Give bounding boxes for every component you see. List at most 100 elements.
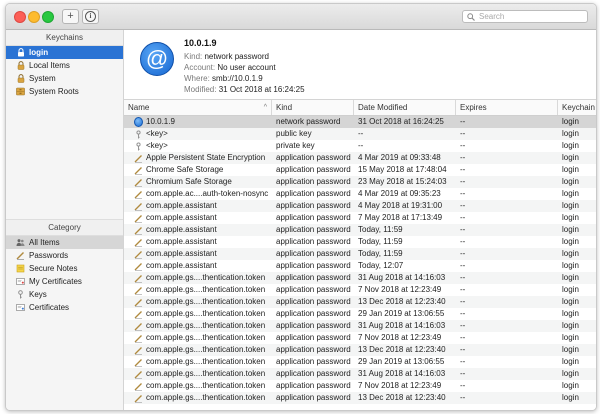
cell-kind: public key: [276, 129, 312, 138]
table-row[interactable]: com.apple.gs....thentication.token applic…: [124, 380, 596, 392]
keychains-header: Keychains: [6, 30, 123, 46]
sidebar-item-label: Certificates: [29, 303, 70, 312]
cell-name-text: com.apple.gs....thentication.token: [146, 309, 266, 318]
table-row[interactable]: 10.0.1.9 network password 31 Oct 2018 at 1…: [124, 116, 596, 128]
search-input[interactable]: [479, 12, 579, 21]
add-item-button[interactable]: +: [62, 9, 79, 24]
sidebar-item-my-certificates[interactable]: My Certificates: [6, 275, 123, 288]
category-section: Category All Items Passwords Secure Note…: [6, 219, 123, 314]
table-row[interactable]: com.apple.assistant application password T…: [124, 248, 596, 260]
table-row[interactable]: com.apple.ac....auth-token-nosync applica…: [124, 188, 596, 200]
table-row[interactable]: Apple Persistent State Encryption applica…: [124, 152, 596, 164]
cell-expires: --: [460, 321, 466, 330]
table-row[interactable]: com.apple.gs....thentication.token applic…: [124, 344, 596, 356]
table-row[interactable]: com.apple.gs....thentication.token applic…: [124, 356, 596, 368]
detail-account-row: Account: No user account: [184, 63, 276, 72]
cell-kind: application password: [276, 297, 351, 306]
column-header-kind[interactable]: Kind: [272, 100, 354, 115]
cell-expires: --: [460, 189, 466, 198]
cell-keychain: login: [562, 345, 579, 354]
column-header-keychain[interactable]: Keychain: [558, 100, 596, 115]
cell-name: <key>: [124, 128, 272, 140]
cell-expires: --: [460, 177, 466, 186]
table-row[interactable]: Chromium Safe Storage application passwor…: [124, 176, 596, 188]
detail-modified-value: 31 Oct 2018 at 16:24:25: [218, 85, 305, 94]
cell-keychain: login: [562, 117, 579, 126]
table-row[interactable]: com.apple.gs....thentication.token applic…: [124, 284, 596, 296]
detail-modified-row: Modified: 31 Oct 2018 at 16:24:25: [184, 85, 305, 94]
table-row[interactable]: com.apple.assistant application password T…: [124, 224, 596, 236]
cell-name-text: com.apple.assistant: [146, 249, 217, 258]
close-window-button[interactable]: [14, 11, 26, 23]
table-row[interactable]: com.apple.gs....thentication.token applic…: [124, 392, 596, 404]
cell-name-text: com.apple.gs....thentication.token: [146, 297, 266, 306]
table-row[interactable]: com.apple.gs....thentication.token applic…: [124, 308, 596, 320]
cell-kind: application password: [276, 153, 351, 162]
table-row[interactable]: com.apple.assistant application password T…: [124, 236, 596, 248]
sidebar-item-system[interactable]: System: [6, 72, 123, 85]
cell-name-text: com.apple.gs....thentication.token: [146, 393, 266, 402]
key-icon: [16, 290, 25, 299]
cell-kind: application password: [276, 333, 351, 342]
cell-name-text: com.apple.gs....thentication.token: [146, 381, 266, 390]
column-header-name[interactable]: Name ^: [124, 100, 272, 115]
network-at-icon: @: [140, 42, 174, 76]
cell-expires: --: [460, 225, 466, 234]
info-icon: i: [85, 11, 96, 22]
cell-keychain: login: [562, 201, 579, 210]
table-row[interactable]: com.apple.gs....thentication.token applic…: [124, 332, 596, 344]
cell-keychain: login: [562, 213, 579, 222]
sidebar-item-passwords[interactable]: Passwords: [6, 249, 123, 262]
detail-kind-row: Kind: network password: [184, 52, 269, 61]
lock-icon: [16, 61, 25, 70]
sidebar-item-keys[interactable]: Keys: [6, 288, 123, 301]
sidebar-item-label: Keys: [29, 290, 47, 299]
table-row[interactable]: com.apple.assistant application password 4…: [124, 200, 596, 212]
table-row[interactable]: Chrome Safe Storage application password 1…: [124, 164, 596, 176]
table-row[interactable]: com.apple.gs....thentication.token applic…: [124, 272, 596, 284]
cell-name-text: com.apple.gs....thentication.token: [146, 333, 266, 342]
search-box[interactable]: [462, 10, 588, 23]
column-header-expires[interactable]: Expires: [456, 100, 558, 115]
table-row[interactable]: <key> public key -- -- login: [124, 128, 596, 140]
column-header-date-modified[interactable]: Date Modified: [354, 100, 456, 115]
table-row[interactable]: com.apple.gs....thentication.token applic…: [124, 368, 596, 380]
detail-account-label: Account:: [184, 63, 216, 72]
cell-date-modified: Today, 11:59: [358, 249, 403, 258]
cell-name-text: <key>: [146, 141, 168, 150]
cell-keychain: login: [562, 357, 579, 366]
get-info-button[interactable]: i: [82, 9, 99, 24]
table-row[interactable]: com.apple.assistant application password T…: [124, 260, 596, 272]
cell-expires: --: [460, 165, 466, 174]
cell-name: com.apple.assistant: [124, 224, 272, 236]
cell-date-modified: 7 Nov 2018 at 12:23:49: [358, 381, 442, 390]
cell-date-modified: Today, 12:07: [358, 261, 404, 270]
cell-keychain: login: [562, 165, 579, 174]
detail-where-value: smb://10.0.1.9: [212, 74, 263, 83]
certificate-icon: [16, 303, 25, 312]
cell-keychain: login: [562, 249, 579, 258]
table-row[interactable]: com.apple.assistant application password 7…: [124, 212, 596, 224]
sidebar-item-all-items[interactable]: All Items: [6, 236, 123, 249]
minimize-window-button[interactable]: [28, 11, 40, 23]
sidebar-item-system-roots[interactable]: System Roots: [6, 85, 123, 98]
zoom-window-button[interactable]: [42, 11, 54, 23]
cell-name-text: <key>: [146, 129, 168, 138]
cell-name-text: com.apple.assistant: [146, 261, 217, 270]
table-row[interactable]: <key> private key -- -- login: [124, 140, 596, 152]
cell-name: 10.0.1.9: [124, 116, 272, 128]
cell-name-text: Chrome Safe Storage: [146, 165, 224, 174]
table-row[interactable]: com.apple.gs....thentication.token applic…: [124, 296, 596, 308]
sidebar-item-label: Passwords: [29, 251, 69, 260]
key-icon: [134, 141, 143, 151]
cell-keychain: login: [562, 393, 579, 402]
cell-name: com.apple.gs....thentication.token: [124, 284, 272, 296]
sidebar-item-secure-notes[interactable]: Secure Notes: [6, 262, 123, 275]
sidebar-item-local-items[interactable]: Local Items: [6, 59, 123, 72]
table-row[interactable]: com.apple.gs....thentication.token applic…: [124, 320, 596, 332]
cell-keychain: login: [562, 129, 579, 138]
cell-name-text: Chromium Safe Storage: [146, 177, 232, 186]
cell-name: com.apple.assistant: [124, 200, 272, 212]
sidebar-item-certificates[interactable]: Certificates: [6, 301, 123, 314]
sidebar-item-login[interactable]: login: [6, 46, 123, 59]
